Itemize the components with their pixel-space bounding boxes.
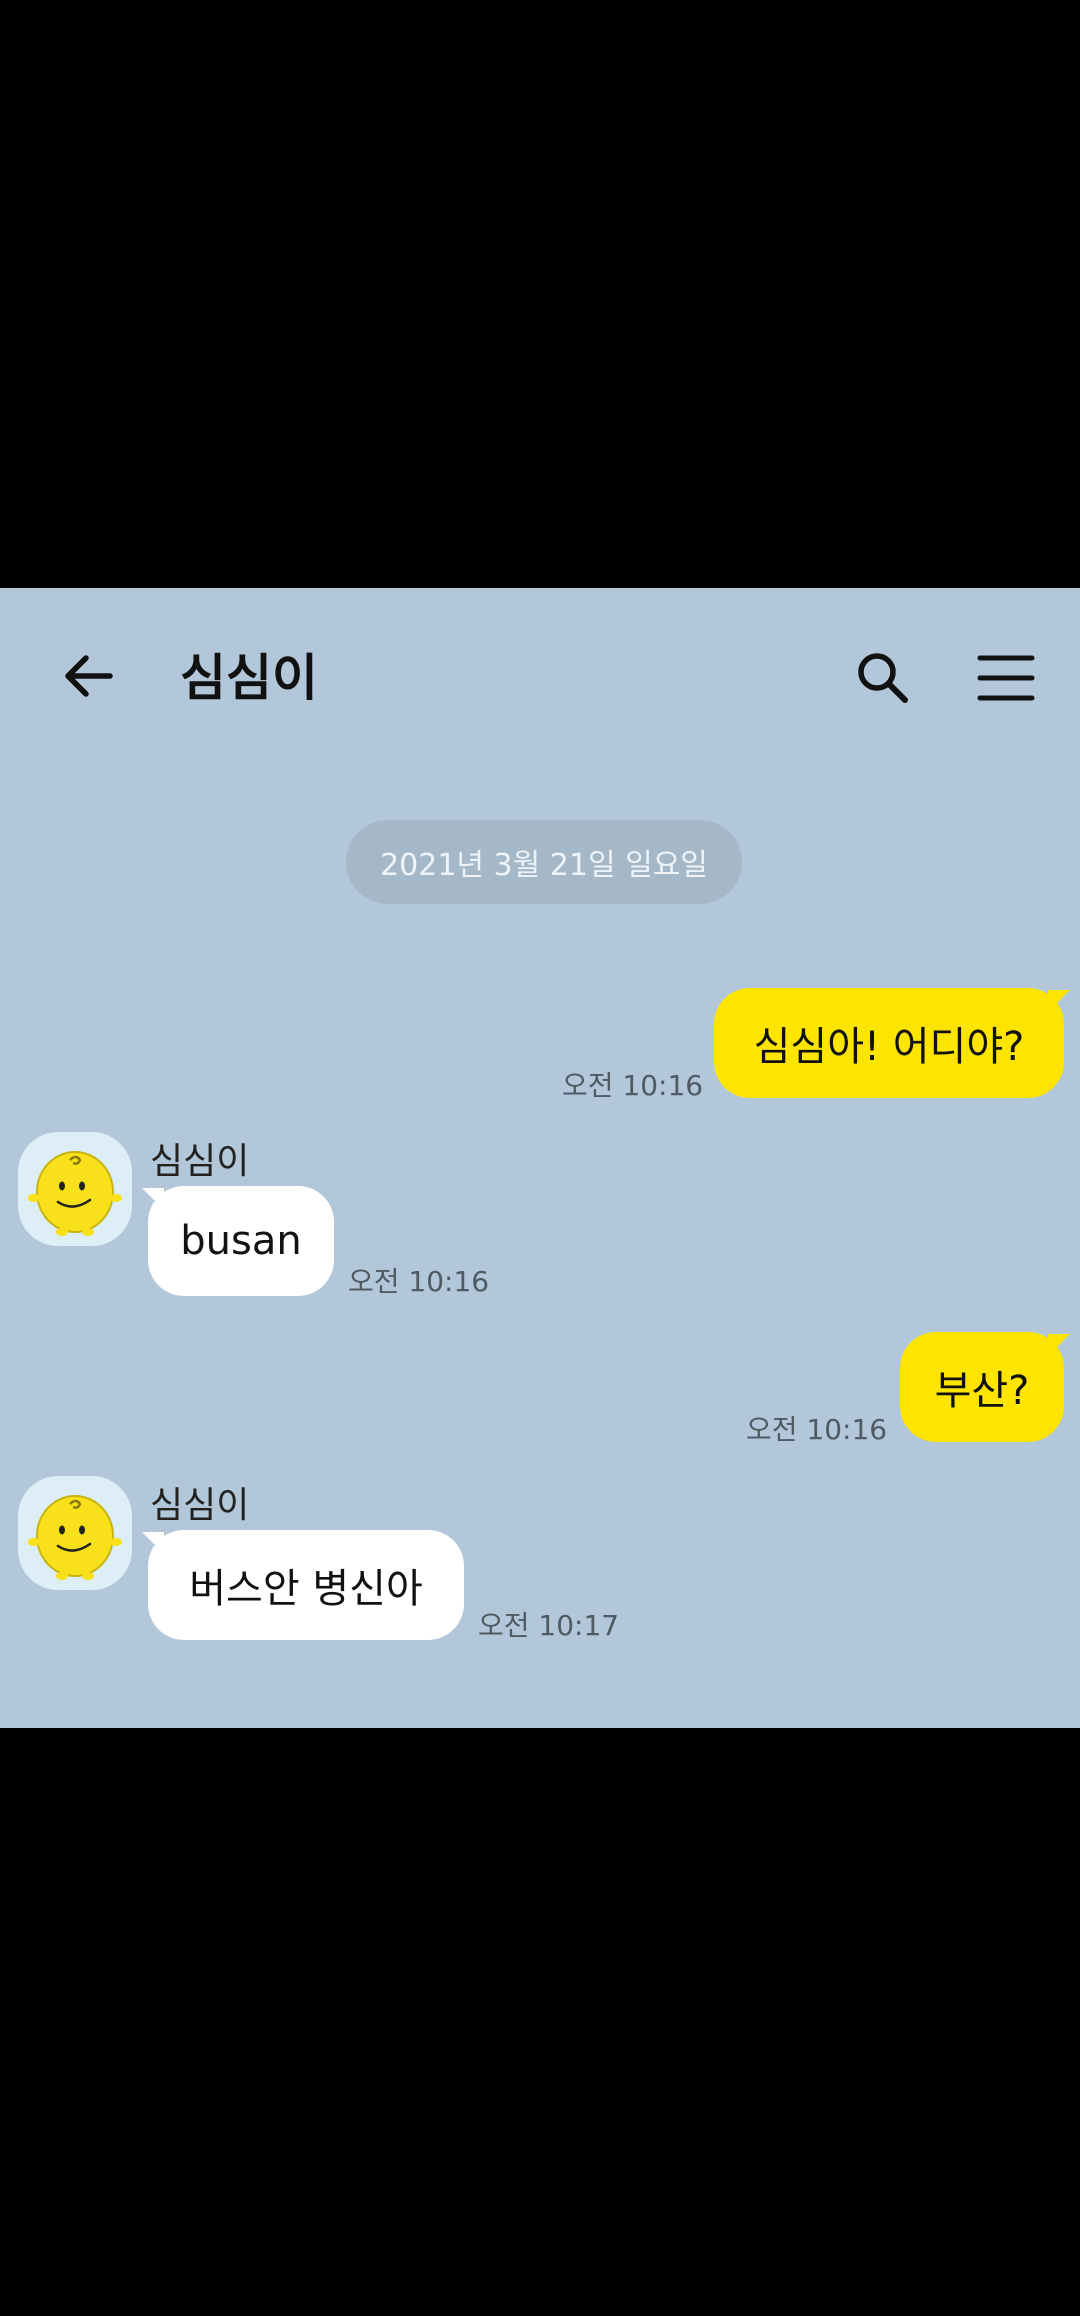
message-time: 오전 10:17 — [478, 1609, 620, 1642]
chat-screen: 심심이 2021년 3월 21일 일요일 오전 10:16 심심아! 어디야? — [0, 588, 1080, 1728]
bubble-tail — [1048, 990, 1070, 1012]
bubble-tail — [1048, 1334, 1070, 1356]
simsimi-avatar-icon — [28, 1151, 122, 1236]
message-text: 부산? — [934, 1368, 1030, 1414]
other-message-bubble[interactable]: 버스안 병신아 — [148, 1530, 464, 1640]
message-text: busan — [180, 1218, 302, 1264]
message-text: 버스안 병신아 — [189, 1566, 423, 1612]
chat-title: 심심이 — [180, 649, 318, 707]
message-time: 오전 10:16 — [562, 1069, 704, 1102]
search-button[interactable] — [845, 640, 921, 716]
message-time: 오전 10:16 — [348, 1265, 490, 1298]
my-message-bubble[interactable]: 심심아! 어디야? — [714, 988, 1064, 1098]
sender-name: 심심이 — [150, 1141, 250, 1182]
hamburger-menu-icon — [977, 655, 1035, 701]
avatar[interactable] — [18, 1132, 132, 1246]
other-message-bubble[interactable]: busan — [148, 1186, 334, 1296]
simsimi-avatar-icon — [28, 1495, 122, 1580]
back-button[interactable] — [50, 638, 126, 714]
arrow-left-icon — [65, 655, 113, 697]
message-time: 오전 10:16 — [746, 1413, 888, 1446]
date-divider: 2021년 3월 21일 일요일 — [346, 820, 742, 904]
avatar[interactable] — [18, 1476, 132, 1590]
message-text: 심심아! 어디야? — [753, 1024, 1025, 1070]
my-message-bubble[interactable]: 부산? — [900, 1332, 1064, 1442]
sender-name: 심심이 — [150, 1485, 250, 1526]
search-icon — [858, 653, 908, 703]
menu-button[interactable] — [968, 640, 1044, 716]
